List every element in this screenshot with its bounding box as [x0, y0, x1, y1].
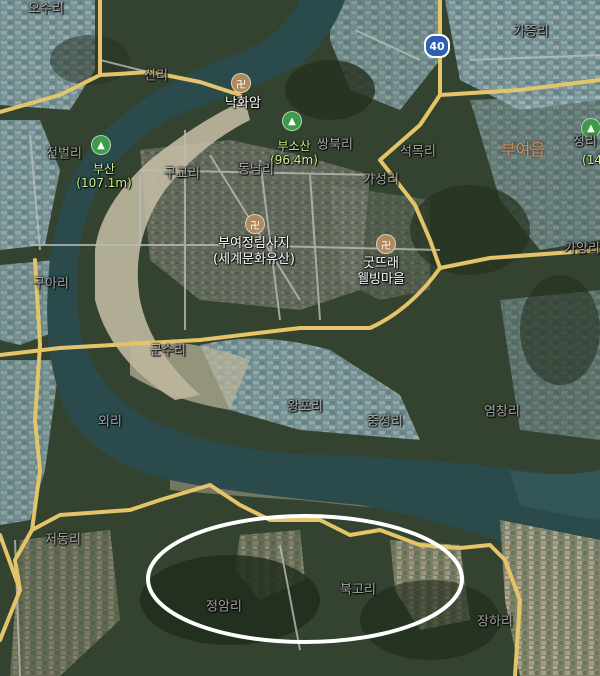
- map-base-layer: [0, 0, 600, 676]
- mountain-name: 부산: [92, 162, 116, 176]
- mountain-name: 부소산: [277, 139, 311, 153]
- mountain-label-edge: (14: [582, 153, 600, 167]
- place-label-junggeongri: 중정리: [367, 414, 403, 430]
- place-label-jeodongri: 저동리: [45, 532, 81, 548]
- place-label-guaeri: 구아리: [33, 276, 69, 292]
- place-label-jeonbeolri: 전벌리: [46, 146, 82, 162]
- poi-label-line: 굿뜨래: [363, 256, 399, 271]
- place-label-edge: 정리: [573, 134, 597, 150]
- mountain-elevation: (96.4m): [270, 153, 318, 167]
- town-label-buyeo-eup[interactable]: 부여읍: [501, 136, 545, 160]
- temple-pin-icon[interactable]: 卍: [245, 214, 265, 234]
- poi-label-jeongnimsaji[interactable]: 부여정림사지 (세계문화유산): [213, 236, 295, 268]
- place-label-janghari: 장하리: [477, 614, 513, 630]
- mountain-elevation: (107.1m): [76, 176, 132, 190]
- mountain-label-busosan[interactable]: 부소산 (96.4m): [270, 139, 318, 167]
- temple-pin-icon[interactable]: 卍: [376, 234, 396, 254]
- mountain-label-busan[interactable]: 부산 (107.1m): [76, 162, 131, 190]
- place-label-ssangbukri: 쌍북리: [317, 137, 353, 153]
- place-label-dongnamri: 동남리: [238, 162, 274, 178]
- route-40-shield-icon[interactable]: 40: [424, 34, 450, 58]
- temple-pin-icon[interactable]: 卍: [231, 73, 251, 93]
- place-label-seongmokri: 석목리: [400, 144, 436, 160]
- mountain-pin-icon[interactable]: ▲: [282, 111, 302, 131]
- place-label-o-suri: 오수리: [28, 1, 64, 17]
- place-label-gayangri: 가양리: [564, 241, 600, 257]
- place-label-wangpori: 왕포리: [287, 399, 323, 415]
- poi-label-line: 부여정림사지: [218, 236, 290, 251]
- place-label-gunsuri: 군수리: [150, 343, 186, 359]
- satellite-map[interactable]: 40 卍 卍 卍 ▲ ▲ ▲ 낙화암 부여정림사지 (세계문화유산) 굿뜨래 웰…: [0, 0, 600, 676]
- poi-label-line: 웰빙마을: [357, 272, 405, 287]
- place-label-gugyori: 구교리: [164, 166, 200, 182]
- place-label-oeri: 외리: [98, 414, 122, 430]
- poi-label-line: (세계문화유산): [213, 252, 295, 267]
- place-label-sinri: 신리: [144, 68, 168, 84]
- place-label-gaseongri: 가성리: [363, 172, 399, 188]
- poi-label-nakhwaam[interactable]: 낙화암: [225, 96, 261, 112]
- mountain-pin-icon[interactable]: ▲: [91, 135, 111, 155]
- place-label-gajeungri: 가증리: [513, 24, 549, 40]
- poi-label-gutdurae[interactable]: 굿뜨래 웰빙마을: [357, 256, 405, 288]
- place-label-bukgori: 북고리: [340, 582, 376, 598]
- place-label-yeomchangri: 염창리: [484, 404, 520, 420]
- place-label-jeongamri: 정암리: [206, 599, 242, 615]
